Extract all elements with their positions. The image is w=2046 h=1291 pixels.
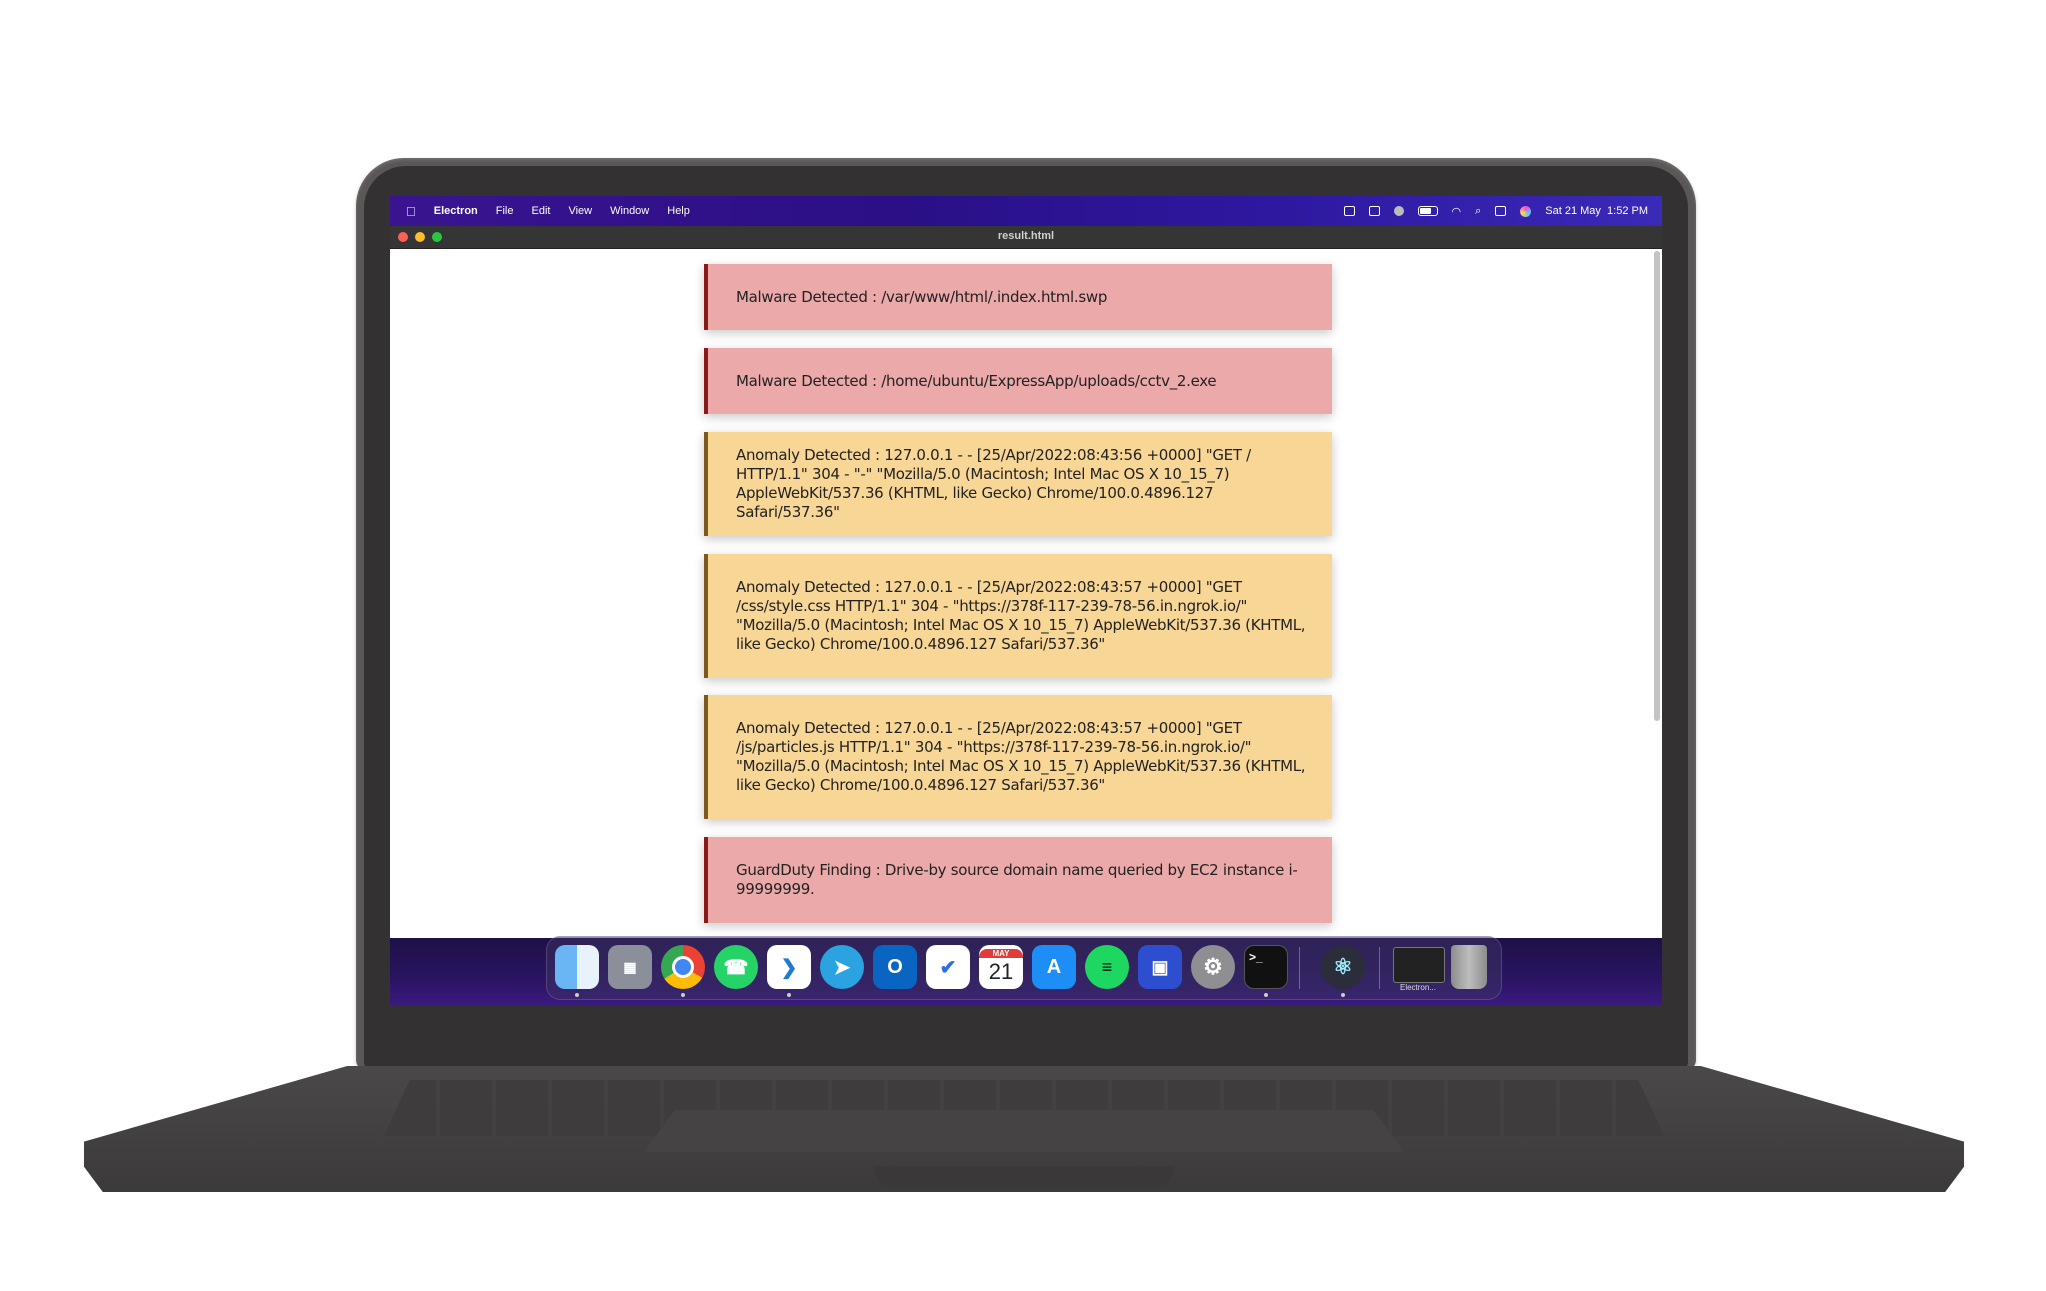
laptop-trackpad <box>644 1110 1404 1152</box>
outlook-icon[interactable]: O <box>873 945 917 989</box>
menu-file[interactable]: File <box>496 205 514 217</box>
alert-text: Anomaly Detected : 127.0.0.1 - - [25/Apr… <box>736 578 1306 653</box>
app-store-icon[interactable]: A <box>1032 945 1076 989</box>
running-indicator <box>1341 993 1345 997</box>
apple-icon[interactable]:  <box>406 204 416 219</box>
calendar-icon[interactable]: MAY 21 <box>979 945 1023 989</box>
wifi-icon[interactable]: ◠ <box>1452 205 1462 218</box>
alert-card: Anomaly Detected : 127.0.0.1 - - [25/Apr… <box>704 432 1332 536</box>
scrollbar[interactable] <box>1654 251 1660 721</box>
menu-view[interactable]: View <box>568 205 592 217</box>
menu-app-name[interactable]: Electron <box>434 205 478 217</box>
display-icon[interactable] <box>1343 206 1355 216</box>
running-indicator <box>575 993 579 997</box>
menu-window[interactable]: Window <box>610 205 649 217</box>
alert-card: Anomaly Detected : 127.0.0.1 - - [25/Apr… <box>704 695 1332 819</box>
drive-icon[interactable] <box>1368 206 1380 216</box>
app-window: result.html Malware Detected : /var/www/… <box>390 226 1662 938</box>
dock-separator <box>1379 947 1380 989</box>
alert-card: Anomaly Detected : 127.0.0.1 - - [25/Apr… <box>704 554 1332 678</box>
laptop-notch <box>874 1166 1174 1188</box>
telegram-icon[interactable]: ➤ <box>820 945 864 989</box>
window-title: result.html <box>997 230 1055 242</box>
airdrop-icon[interactable] <box>1393 206 1404 216</box>
running-indicator <box>787 993 791 997</box>
finder-icon[interactable] <box>555 945 599 989</box>
screen-app-icon[interactable]: ▣ <box>1138 945 1182 989</box>
whatsapp-icon[interactable]: ☎ <box>714 945 758 989</box>
alert-text: Anomaly Detected : 127.0.0.1 - - [25/Apr… <box>736 446 1251 521</box>
alert-text: Malware Detected : /var/www/html/.index.… <box>736 287 1108 306</box>
terminal-icon[interactable]: >_ <box>1244 945 1288 989</box>
dock-separator <box>1299 947 1300 989</box>
spotify-icon[interactable]: ≡ <box>1085 945 1129 989</box>
calendar-month: MAY <box>979 948 1023 958</box>
alert-card: GuardDuty Finding : Drive-by source doma… <box>704 837 1332 923</box>
siri-icon[interactable] <box>1520 205 1532 217</box>
dock: ▦ ☎ ❯ ➤ O ✔ MAY 21 A ≡ ▣ ⚙ >_ ⚛ Electron… <box>546 936 1502 1000</box>
results-content: Malware Detected : /var/www/html/.index.… <box>390 249 1662 938</box>
running-indicator <box>681 993 685 997</box>
trash-icon[interactable] <box>1451 945 1487 989</box>
alert-card: Malware Detected : /var/www/html/.index.… <box>704 264 1332 330</box>
alert-text: Anomaly Detected : 127.0.0.1 - - [25/Apr… <box>736 719 1306 794</box>
menu-bar:  Electron File Edit View Window Help ◠ … <box>390 196 1662 226</box>
alert-text: GuardDuty Finding : Drive-by source doma… <box>736 861 1298 898</box>
menu-datetime[interactable]: Sat 21 May 1:52 PM <box>1545 205 1648 217</box>
calendar-day: 21 <box>988 958 1014 984</box>
alert-card: Malware Detected : /home/ubuntu/ExpressA… <box>704 348 1332 414</box>
window-titlebar[interactable]: result.html <box>390 226 1662 249</box>
screen:  Electron File Edit View Window Help ◠ … <box>390 196 1662 1006</box>
laptop-base <box>84 1066 1964 1206</box>
control-center-icon[interactable] <box>1495 206 1507 216</box>
electron-icon[interactable]: ⚛ <box>1321 945 1365 989</box>
menu-help[interactable]: Help <box>667 205 690 217</box>
battery-icon[interactable] <box>1417 206 1438 216</box>
vscode-icon[interactable]: ❯ <box>767 945 811 989</box>
minimized-window-label: Electron... <box>1399 983 1436 992</box>
running-indicator <box>1264 993 1268 997</box>
alert-text: Malware Detected : /home/ubuntu/ExpressA… <box>736 371 1217 390</box>
launchpad-icon[interactable]: ▦ <box>608 945 652 989</box>
menu-edit[interactable]: Edit <box>532 205 551 217</box>
search-icon[interactable]: ⌕ <box>1475 205 1481 218</box>
tasks-icon[interactable]: ✔ <box>926 945 970 989</box>
minimized-window-thumbnail[interactable] <box>1393 947 1445 983</box>
chrome-icon[interactable] <box>661 945 705 989</box>
system-preferences-icon[interactable]: ⚙ <box>1191 945 1235 989</box>
